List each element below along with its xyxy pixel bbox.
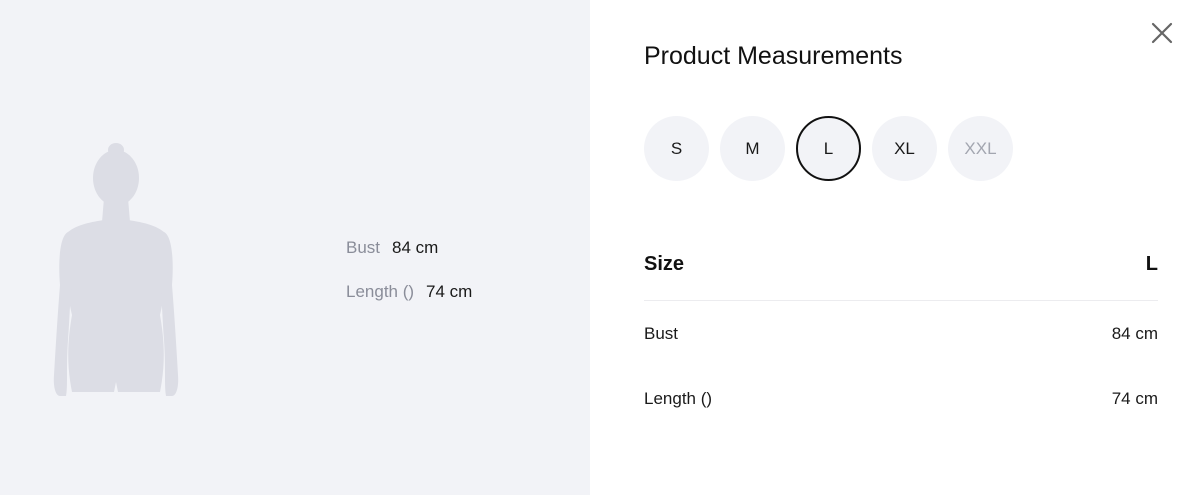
- size-option-xxl: XXL: [948, 116, 1013, 181]
- figure-measure-row: Length () 74 cm: [346, 282, 472, 304]
- size-option-l[interactable]: L: [796, 116, 861, 181]
- page-title: Product Measurements: [644, 42, 903, 70]
- table-header-value: L: [1145, 252, 1158, 275]
- figure-measure-value: 84 cm: [392, 238, 439, 257]
- close-button[interactable]: [1149, 20, 1175, 46]
- figure-measure-value: 74 cm: [426, 282, 473, 301]
- close-icon: [1151, 22, 1173, 44]
- size-option-s[interactable]: S: [644, 116, 709, 181]
- female-silhouette-icon: [53, 143, 179, 396]
- size-selector: S M L XL XXL: [644, 116, 1013, 181]
- size-option-xl[interactable]: XL: [872, 116, 937, 181]
- table-header: Size L: [644, 236, 1158, 301]
- table-header-label: Size: [644, 252, 685, 275]
- figure-measure-label: Bust: [346, 238, 381, 257]
- measurements-panel: Product Measurements S M L XL XXL Size L…: [590, 0, 1193, 495]
- table-row-value: 84 cm: [1111, 323, 1158, 343]
- figure-measure-row: Bust 84 cm: [346, 238, 472, 260]
- table-row-value: 74 cm: [1111, 388, 1158, 408]
- size-option-m[interactable]: M: [720, 116, 785, 181]
- table-row: Bust 84 cm: [644, 301, 1158, 366]
- size-guide-modal: Bust 84 cm Length () 74 cm Product Measu…: [0, 0, 1193, 495]
- figure-measurements: Bust 84 cm Length () 74 cm: [346, 238, 472, 326]
- table-row: Length () 74 cm: [644, 366, 1158, 431]
- table-row-label: Bust: [644, 323, 679, 343]
- table-row-label: Length (): [644, 388, 713, 408]
- measurement-table: Size L Bust 84 cm Length () 74 cm: [644, 236, 1158, 431]
- figure-measure-label: Length (): [346, 282, 415, 301]
- figure-panel: Bust 84 cm Length () 74 cm: [0, 0, 590, 495]
